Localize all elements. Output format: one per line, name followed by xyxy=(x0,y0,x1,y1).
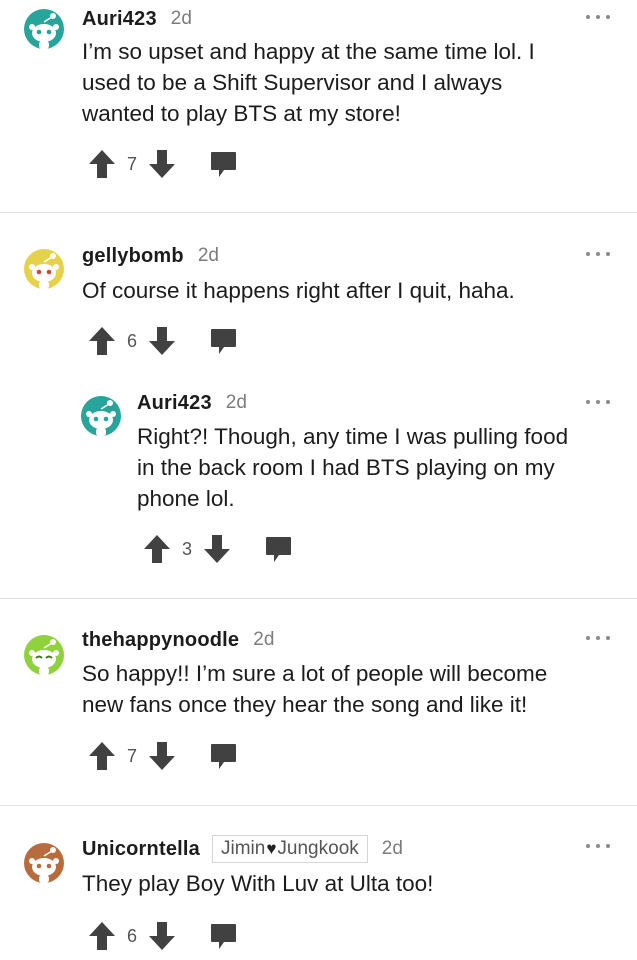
more-options-icon[interactable] xyxy=(586,12,610,22)
comment-body: Of course it happens right after I quit,… xyxy=(82,275,515,306)
upvote-arrow-icon[interactable] xyxy=(88,149,116,179)
vote-score: 3 xyxy=(181,538,192,559)
comment-divider xyxy=(0,598,637,599)
vote-score: 6 xyxy=(126,330,137,351)
comment-line: I’m so upset and happy at the same time … xyxy=(82,39,535,64)
vote-score: 7 xyxy=(126,153,137,174)
comment-line: new fans once they hear the song and lik… xyxy=(82,692,528,717)
reply-comment-icon[interactable] xyxy=(208,149,238,179)
comment-body: I’m so upset and happy at the same time … xyxy=(82,36,535,129)
more-options-icon[interactable] xyxy=(586,841,610,851)
user-avatar[interactable] xyxy=(23,248,65,290)
comment-divider xyxy=(0,805,637,806)
user-avatar[interactable] xyxy=(23,8,65,50)
comment-line: used to be a Shift Supervisor and I alwa… xyxy=(82,70,503,95)
comment-age: 2d xyxy=(197,245,219,266)
comment-line: phone lol. xyxy=(137,486,235,511)
snoo-avatar-icon xyxy=(24,843,64,883)
upvote-arrow-icon[interactable] xyxy=(143,534,171,564)
user-avatar[interactable] xyxy=(80,395,122,437)
comment-line: Right?! Though, any time I was pulling f… xyxy=(137,424,569,449)
reply-comment-icon[interactable] xyxy=(208,741,238,771)
comment-body: They play Boy With Luv at Ulta too! xyxy=(82,868,433,899)
comment-line: Of course it happens right after I quit,… xyxy=(82,278,515,303)
comment-age: 2d xyxy=(253,629,275,650)
comment-age: 2d xyxy=(170,8,192,29)
user-avatar[interactable] xyxy=(23,842,65,884)
username[interactable]: Unicorntella xyxy=(82,838,200,861)
comment-line: They play Boy With Luv at Ulta too! xyxy=(82,871,434,896)
upvote-arrow-icon[interactable] xyxy=(88,741,116,771)
username[interactable]: gellybomb xyxy=(82,245,184,268)
snoo-avatar-icon xyxy=(81,396,121,436)
username[interactable]: thehappynoodle xyxy=(82,629,239,652)
comment-age: 2d xyxy=(381,838,403,859)
user-avatar[interactable] xyxy=(23,634,65,676)
more-options-icon[interactable] xyxy=(586,397,610,407)
more-options-icon[interactable] xyxy=(586,633,610,643)
username[interactable]: Auri423 xyxy=(137,392,212,415)
upvote-arrow-icon[interactable] xyxy=(88,326,116,356)
more-options-icon[interactable] xyxy=(586,249,610,259)
downvote-arrow-icon[interactable] xyxy=(148,921,176,951)
user-flair: Jimin ♥ Jungkook xyxy=(211,835,368,863)
reply-comment-icon[interactable] xyxy=(208,921,238,951)
reply-comment-icon[interactable] xyxy=(263,534,293,564)
downvote-arrow-icon[interactable] xyxy=(148,326,176,356)
flair-text-left: Jimin xyxy=(220,838,266,859)
comment-body: Right?! Though, any time I was pulling f… xyxy=(137,421,568,514)
reply-comment-icon[interactable] xyxy=(208,326,238,356)
heart-icon: ♥ xyxy=(266,839,277,858)
downvote-arrow-icon[interactable] xyxy=(148,741,176,771)
comment-body: So happy!! I’m sure a lot of people will… xyxy=(82,658,547,720)
upvote-arrow-icon[interactable] xyxy=(88,921,116,951)
comment-line: wanted to play BTS at my store! xyxy=(82,101,401,126)
snoo-avatar-icon xyxy=(24,9,64,49)
downvote-arrow-icon[interactable] xyxy=(148,149,176,179)
comment-line: in the back room I had BTS playing on my xyxy=(137,455,555,480)
vote-score: 6 xyxy=(126,925,137,946)
username[interactable]: Auri423 xyxy=(82,8,157,31)
snoo-avatar-icon xyxy=(24,635,64,675)
comment-age: 2d xyxy=(225,392,247,413)
snoo-avatar-icon xyxy=(24,249,64,289)
downvote-arrow-icon[interactable] xyxy=(203,534,231,564)
comment-line: So happy!! I’m sure a lot of people will… xyxy=(82,661,548,686)
comment-divider xyxy=(0,212,637,213)
flair-text-right: Jungkook xyxy=(277,838,359,859)
vote-score: 7 xyxy=(126,745,137,766)
